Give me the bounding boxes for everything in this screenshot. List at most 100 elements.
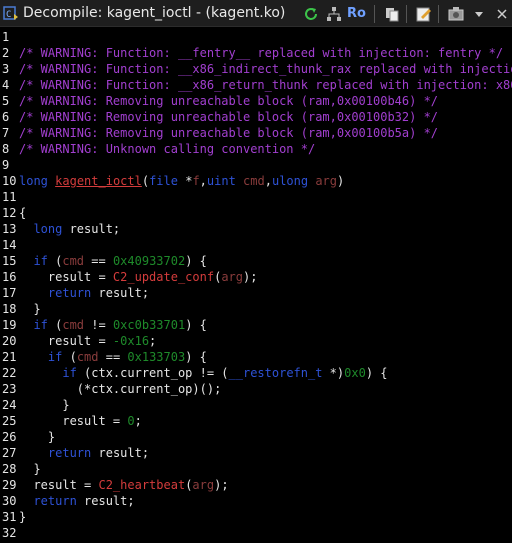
snapshot-icon[interactable]: [446, 4, 466, 24]
variable-token[interactable]: cmd: [243, 174, 265, 188]
variable-token[interactable]: arg: [315, 174, 337, 188]
window-title: Decompile: kagent_ioctl - (kagent.ko): [23, 5, 286, 21]
code-line[interactable]: 18 }: [0, 301, 512, 317]
variable-token[interactable]: cmd: [77, 350, 99, 364]
close-icon[interactable]: [492, 4, 512, 24]
code-line[interactable]: 10 long kagent_ioctl(file *f,uint cmd,ulo…: [0, 173, 512, 189]
code-line[interactable]: 26 }: [0, 429, 512, 445]
line-number: 30: [2, 494, 17, 508]
code-text[interactable]: if (cmd == 0x40933702) {: [19, 253, 206, 269]
refresh-icon[interactable]: [301, 4, 321, 24]
code-line[interactable]: 12{: [0, 205, 512, 221]
code-line[interactable]: 30 return result;: [0, 493, 512, 509]
variable-token[interactable]: arg: [192, 478, 214, 492]
code-line[interactable]: 17 return result;: [0, 285, 512, 301]
code-line[interactable]: 4 /* WARNING: Function: __x86_return_thun…: [0, 77, 512, 93]
code-text[interactable]: if (ctx.current_op != (__restorefn_t *)0…: [19, 365, 387, 381]
code-text[interactable]: /* WARNING: Unknown calling convention *…: [19, 141, 315, 157]
code-line[interactable]: 31}: [0, 509, 512, 525]
line-number: 15: [2, 254, 17, 268]
function-token[interactable]: C2_update_conf: [113, 270, 214, 284]
code-text[interactable]: /* WARNING: Removing unreachable block (…: [19, 109, 438, 125]
code-text[interactable]: }: [19, 301, 40, 317]
menu-chevron-icon[interactable]: [469, 4, 489, 24]
variable-token[interactable]: cmd: [62, 254, 84, 268]
code-text[interactable]: if (cmd == 0x133703) {: [19, 349, 207, 365]
code-text[interactable]: long result;: [19, 221, 120, 237]
code-line[interactable]: 16 result = C2_update_conf(arg);: [0, 269, 512, 285]
code-line[interactable]: 11: [0, 189, 512, 205]
line-number: 17: [2, 286, 17, 300]
code-line[interactable]: 7 /* WARNING: Removing unreachable block …: [0, 125, 512, 141]
function-token[interactable]: kagent_ioctl: [55, 174, 142, 188]
code-line[interactable]: 32: [0, 525, 512, 541]
code-line[interactable]: 13 long result;: [0, 221, 512, 237]
code-text[interactable]: /* WARNING: Function: __x86_return_thunk…: [19, 77, 512, 93]
code-text[interactable]: result = 0;: [19, 413, 142, 429]
edit-icon[interactable]: [414, 4, 434, 24]
code-line[interactable]: 20 result = -0x16;: [0, 333, 512, 349]
code-text[interactable]: /* WARNING: Removing unreachable block (…: [19, 93, 438, 109]
plain-token: result;: [76, 494, 135, 508]
code-line[interactable]: 1: [0, 29, 512, 45]
code-text[interactable]: (*ctx.current_op)();: [19, 381, 222, 397]
line-number: 6: [2, 110, 10, 124]
code-line[interactable]: 14: [0, 237, 512, 253]
line-number: 31: [2, 510, 17, 524]
code-text[interactable]: }: [19, 429, 55, 445]
line-number: 27: [2, 446, 17, 460]
copy-icon[interactable]: [382, 4, 402, 24]
line-number: 5: [2, 94, 10, 108]
code-line[interactable]: 23 (*ctx.current_op)();: [0, 381, 512, 397]
code-line[interactable]: 5 /* WARNING: Removing unreachable block …: [0, 93, 512, 109]
code-text[interactable]: result = C2_heartbeat(arg);: [19, 477, 228, 493]
code-line[interactable]: 29 result = C2_heartbeat(arg);: [0, 477, 512, 493]
variable-token[interactable]: arg: [221, 270, 243, 284]
line-number: 9: [2, 158, 10, 172]
code-line[interactable]: 25 result = 0;: [0, 413, 512, 429]
code-text[interactable]: return result;: [19, 445, 149, 461]
line-number: 13: [2, 222, 17, 236]
number-token: 0xc0b33701: [112, 318, 186, 332]
code-line[interactable]: 8 /* WARNING: Unknown calling convention …: [0, 141, 512, 157]
line-number: 19: [2, 318, 17, 332]
code-text[interactable]: result = -0x16;: [19, 333, 156, 349]
line-number: 10: [2, 174, 17, 188]
keyword-token: return: [33, 494, 77, 508]
code-line[interactable]: 19 if (cmd != 0xc0b33701) {: [0, 317, 512, 333]
code-text[interactable]: return result;: [19, 285, 149, 301]
code-text[interactable]: }: [19, 397, 69, 413]
graph-icon[interactable]: [324, 4, 344, 24]
code-text[interactable]: long kagent_ioctl(file *f,uint cmd,ulong…: [19, 173, 344, 189]
code-text[interactable]: /* WARNING: Function: __x86_indirect_thu…: [19, 61, 512, 77]
code-text[interactable]: /* WARNING: Removing unreachable block (…: [19, 125, 438, 141]
variable-token[interactable]: cmd: [62, 318, 84, 332]
plain-token: result;: [91, 286, 150, 300]
plain-token: result =: [19, 334, 113, 348]
code-line[interactable]: 27 return result;: [0, 445, 512, 461]
variable-token[interactable]: f: [192, 174, 199, 188]
code-text[interactable]: result = C2_update_conf(arg);: [19, 269, 258, 285]
code-text[interactable]: }: [19, 509, 26, 525]
code-line[interactable]: 2 /* WARNING: Function: __fentry__ replac…: [0, 45, 512, 61]
code-line[interactable]: 21 if (cmd == 0x133703) {: [0, 349, 512, 365]
code-text[interactable]: return result;: [19, 493, 135, 509]
ro-toggle[interactable]: Ro: [347, 4, 366, 24]
code-line[interactable]: 28 }: [0, 461, 512, 477]
function-token[interactable]: C2_heartbeat: [98, 478, 185, 492]
decompiler-listing[interactable]: 1 2/* WARNING: Function: __fentry__ repla…: [0, 27, 512, 543]
code-text[interactable]: {: [19, 205, 26, 221]
code-line[interactable]: 15 if (cmd == 0x40933702) {: [0, 253, 512, 269]
number-token: 0x40933702: [112, 254, 186, 268]
code-text[interactable]: }: [19, 461, 40, 477]
code-text[interactable]: if (cmd != 0xc0b33701) {: [19, 317, 206, 333]
code-line[interactable]: 24 }: [0, 397, 512, 413]
code-line[interactable]: 9: [0, 157, 512, 173]
code-line[interactable]: 6 /* WARNING: Removing unreachable block …: [0, 109, 512, 125]
code-line[interactable]: 3 /* WARNING: Function: __x86_indirect_th…: [0, 61, 512, 77]
code-line[interactable]: 22 if (ctx.current_op != (__restorefn_t …: [0, 365, 512, 381]
code-text[interactable]: /* WARNING: Function: __fentry__ replace…: [19, 45, 503, 61]
